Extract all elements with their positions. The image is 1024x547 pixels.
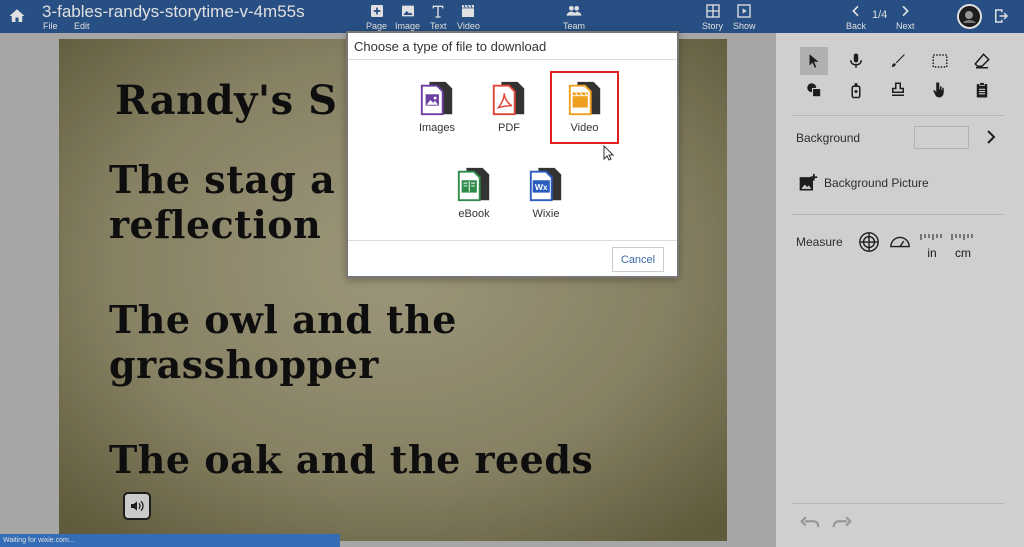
video-file-icon xyxy=(568,81,600,116)
wixie-file-icon: Wx xyxy=(529,167,562,202)
wixie-option-label: Wixie xyxy=(532,208,560,220)
dialog-divider xyxy=(348,240,677,241)
download-images-option[interactable]: Images xyxy=(404,80,470,150)
dialog-title: Choose a type of file to download xyxy=(354,39,547,54)
ebook-option-label: eBook xyxy=(458,208,490,220)
video-option-label: Video xyxy=(570,122,599,134)
svg-text:Wx: Wx xyxy=(535,182,548,192)
download-file-type-dialog: Choose a type of file to download Images… xyxy=(346,31,679,278)
download-pdf-option[interactable]: PDF xyxy=(476,80,542,150)
cancel-button[interactable]: Cancel xyxy=(612,247,664,272)
ebook-file-icon xyxy=(457,167,490,202)
pdf-file-icon xyxy=(492,81,525,116)
images-file-icon xyxy=(420,81,453,116)
download-video-option[interactable]: Video xyxy=(550,71,619,144)
dialog-divider xyxy=(348,59,677,60)
pdf-option-label: PDF xyxy=(498,122,520,134)
download-ebook-option[interactable]: eBook xyxy=(441,166,507,236)
images-option-label: Images xyxy=(418,122,456,134)
download-wixie-option[interactable]: Wx Wixie xyxy=(513,166,579,236)
mouse-cursor-icon xyxy=(603,145,615,161)
